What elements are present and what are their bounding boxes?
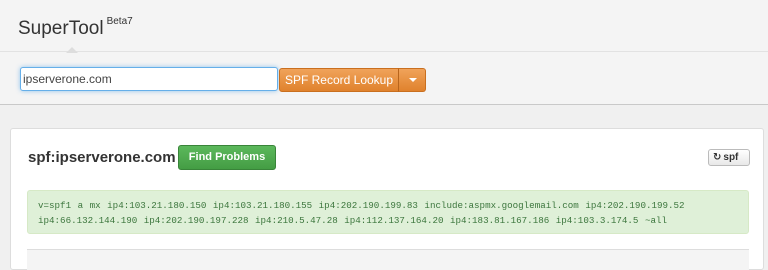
header-divider: [0, 51, 768, 52]
spf-record-text: v=spf1 a mx ip4:103.21.180.150 ip4:103.2…: [27, 190, 749, 234]
find-problems-button[interactable]: Find Problems: [178, 145, 276, 170]
result-panel: spf:ipserverone.com Find Problems ↻ spf v…: [10, 128, 764, 270]
chevron-down-icon: [409, 78, 417, 82]
app-header: SuperToolBeta7 SPF Record Lookup: [0, 0, 768, 105]
brand-version: Beta7: [106, 15, 133, 27]
refresh-spf-label: spf: [723, 152, 739, 163]
results-table-header: [27, 249, 749, 270]
refresh-spf-button[interactable]: ↻ spf: [708, 149, 750, 166]
brand-name: SuperTool: [18, 18, 104, 39]
pointer-caret: [66, 47, 78, 53]
lookup-options-dropdown-button[interactable]: [398, 68, 426, 92]
domain-search-input[interactable]: [20, 67, 278, 91]
spf-record-lookup-button[interactable]: SPF Record Lookup: [279, 68, 399, 92]
refresh-icon: ↻: [713, 152, 722, 163]
result-title: spf:ipserverone.com: [28, 149, 176, 166]
brand-logo[interactable]: SuperTool Beta7: [18, 15, 133, 40]
